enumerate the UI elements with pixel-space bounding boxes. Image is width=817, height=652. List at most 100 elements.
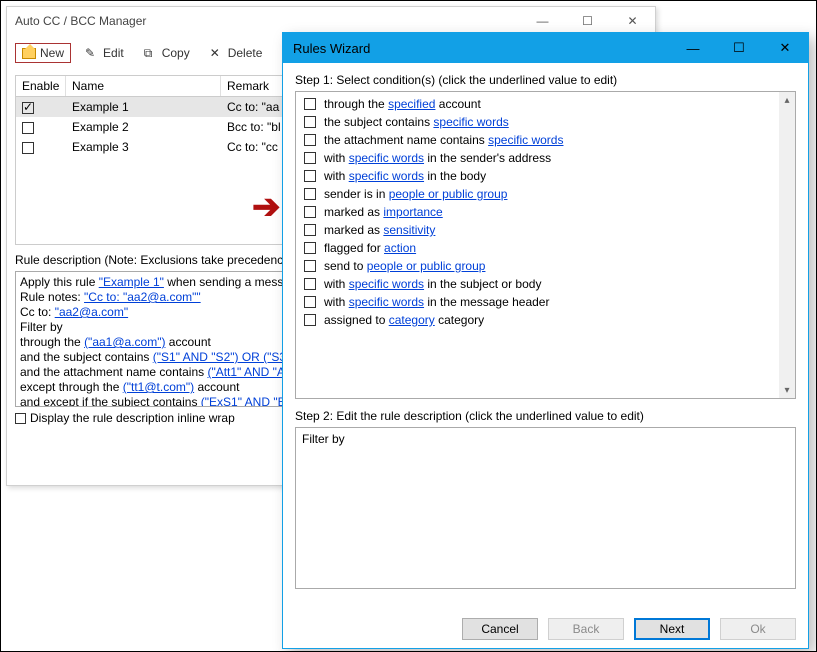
condition-row[interactable]: marked as sensitivity <box>296 221 795 239</box>
condition-text: with specific words in the subject or bo… <box>324 277 541 291</box>
condition-checkbox[interactable] <box>304 98 316 110</box>
condition-link[interactable]: importance <box>383 205 442 219</box>
condition-row[interactable]: assigned to category category <box>296 311 795 329</box>
minimize-button[interactable]: — <box>520 7 565 35</box>
condition-checkbox[interactable] <box>304 224 316 236</box>
edit-button[interactable]: ✎ Edit <box>79 44 130 62</box>
condition-row[interactable]: flagged for action <box>296 239 795 257</box>
edit-icon: ✎ <box>85 46 99 60</box>
next-button[interactable]: Next <box>634 618 710 640</box>
conditions-list[interactable]: through the specified account the subject… <box>295 91 796 399</box>
maximize-button[interactable]: ☐ <box>565 7 610 35</box>
account-link[interactable]: ("aa1@a.com") <box>84 335 165 349</box>
envelope-icon <box>22 48 36 59</box>
condition-text: sender is in people or public group <box>324 187 507 201</box>
inline-wrap-checkbox[interactable] <box>15 413 26 424</box>
condition-link[interactable]: category <box>389 313 435 327</box>
col-enable[interactable]: Enable <box>16 76 66 96</box>
enable-checkbox[interactable] <box>22 122 34 134</box>
wizard-minimize-button[interactable]: — <box>670 33 716 63</box>
delete-button[interactable]: ✕ Delete <box>204 44 269 62</box>
except-account-link[interactable]: ("tt1@t.com") <box>123 380 194 394</box>
condition-row[interactable]: the subject contains specific words <box>296 113 795 131</box>
cc-link[interactable]: "aa2@a.com" <box>55 305 128 319</box>
condition-link[interactable]: people or public group <box>367 259 486 273</box>
condition-checkbox[interactable] <box>304 314 316 326</box>
condition-link[interactable]: specific words <box>349 169 424 183</box>
wizard-close-button[interactable]: ✕ <box>762 33 808 63</box>
subject-link[interactable]: ("S1" AND "S2") OR ("S3" <box>153 350 291 364</box>
condition-row[interactable]: through the specified account <box>296 95 795 113</box>
back-button: Back <box>548 618 624 640</box>
condition-checkbox[interactable] <box>304 206 316 218</box>
row-name: Example 2 <box>66 118 221 136</box>
scrollbar[interactable]: ▴ ▾ <box>779 92 795 398</box>
cancel-button[interactable]: Cancel <box>462 618 538 640</box>
condition-link[interactable]: specific words <box>349 151 424 165</box>
condition-text: send to people or public group <box>324 259 485 273</box>
condition-text: with specific words in the body <box>324 169 486 183</box>
condition-link[interactable]: action <box>384 241 416 255</box>
attachment-link[interactable]: ("Att1" AND "At <box>207 365 288 379</box>
condition-text: marked as importance <box>324 205 443 219</box>
step1-label: Step 1: Select condition(s) (click the u… <box>295 73 796 87</box>
condition-checkbox[interactable] <box>304 260 316 272</box>
condition-text: with specific words in the sender's addr… <box>324 151 551 165</box>
inline-wrap-label: Display the rule description inline wrap <box>30 411 235 425</box>
condition-link[interactable]: specific words <box>349 277 424 291</box>
condition-text: assigned to category category <box>324 313 484 327</box>
rule-name-link[interactable]: "Example 1" <box>99 275 164 289</box>
condition-row[interactable]: with specific words in the subject or bo… <box>296 275 795 293</box>
condition-link[interactable]: people or public group <box>389 187 508 201</box>
condition-row[interactable]: with specific words in the sender's addr… <box>296 149 795 167</box>
delete-icon: ✕ <box>210 46 224 60</box>
wizard-maximize-button[interactable]: ☐ <box>716 33 762 63</box>
row-name: Example 1 <box>66 98 221 116</box>
row-name: Example 3 <box>66 138 221 156</box>
condition-checkbox[interactable] <box>304 278 316 290</box>
condition-link[interactable]: specific words <box>349 295 424 309</box>
rule-notes-link[interactable]: "Cc to: "aa2@a.com"" <box>84 290 201 304</box>
edit-label: Edit <box>103 46 124 60</box>
condition-checkbox[interactable] <box>304 134 316 146</box>
condition-text: marked as sensitivity <box>324 223 435 237</box>
copy-icon: ⧉ <box>144 46 158 60</box>
condition-text: flagged for action <box>324 241 416 255</box>
rules-wizard-window: Rules Wizard — ☐ ✕ Step 1: Select condit… <box>282 32 809 649</box>
condition-text: through the specified account <box>324 97 481 111</box>
scroll-up-icon[interactable]: ▴ <box>779 92 795 108</box>
condition-link[interactable]: specified <box>388 97 435 111</box>
delete-label: Delete <box>228 46 263 60</box>
except-subject-link[interactable]: ("ExS1" AND "Ex <box>201 395 292 407</box>
condition-row[interactable]: with specific words in the body <box>296 167 795 185</box>
condition-row[interactable]: with specific words in the message heade… <box>296 293 795 311</box>
condition-link[interactable]: specific words <box>433 115 508 129</box>
condition-row[interactable]: sender is in people or public group <box>296 185 795 203</box>
condition-checkbox[interactable] <box>304 170 316 182</box>
condition-link[interactable]: specific words <box>488 133 563 147</box>
condition-link[interactable]: sensitivity <box>383 223 435 237</box>
new-label: New <box>40 46 64 60</box>
col-name[interactable]: Name <box>66 76 221 96</box>
condition-text: the subject contains specific words <box>324 115 509 129</box>
condition-row[interactable]: marked as importance <box>296 203 795 221</box>
copy-button[interactable]: ⧉ Copy <box>138 44 196 62</box>
enable-checkbox[interactable] <box>22 102 34 114</box>
rule-description-editor[interactable]: Filter by <box>295 427 796 589</box>
condition-row[interactable]: send to people or public group <box>296 257 795 275</box>
condition-text: the attachment name contains specific wo… <box>324 133 563 147</box>
ok-button: Ok <box>720 618 796 640</box>
step2-label: Step 2: Edit the rule description (click… <box>295 409 796 423</box>
condition-row[interactable]: the attachment name contains specific wo… <box>296 131 795 149</box>
condition-checkbox[interactable] <box>304 152 316 164</box>
close-button[interactable]: ✕ <box>610 7 655 35</box>
scroll-down-icon[interactable]: ▾ <box>779 382 795 398</box>
condition-checkbox[interactable] <box>304 116 316 128</box>
condition-checkbox[interactable] <box>304 296 316 308</box>
condition-checkbox[interactable] <box>304 242 316 254</box>
condition-text: with specific words in the message heade… <box>324 295 549 309</box>
condition-checkbox[interactable] <box>304 188 316 200</box>
new-button[interactable]: New <box>15 43 71 63</box>
copy-label: Copy <box>162 46 190 60</box>
enable-checkbox[interactable] <box>22 142 34 154</box>
